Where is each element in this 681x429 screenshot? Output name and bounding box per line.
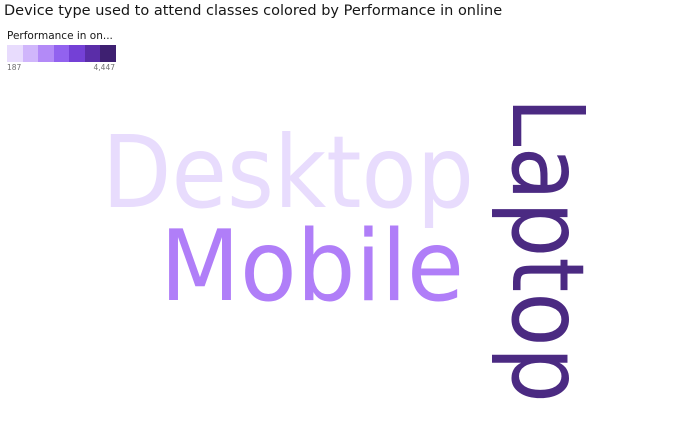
word-mobile[interactable]: Mobile (160, 210, 464, 324)
word-cloud: Desktop Mobile Laptop (102, 97, 606, 403)
word-laptop[interactable]: Laptop (489, 97, 606, 403)
